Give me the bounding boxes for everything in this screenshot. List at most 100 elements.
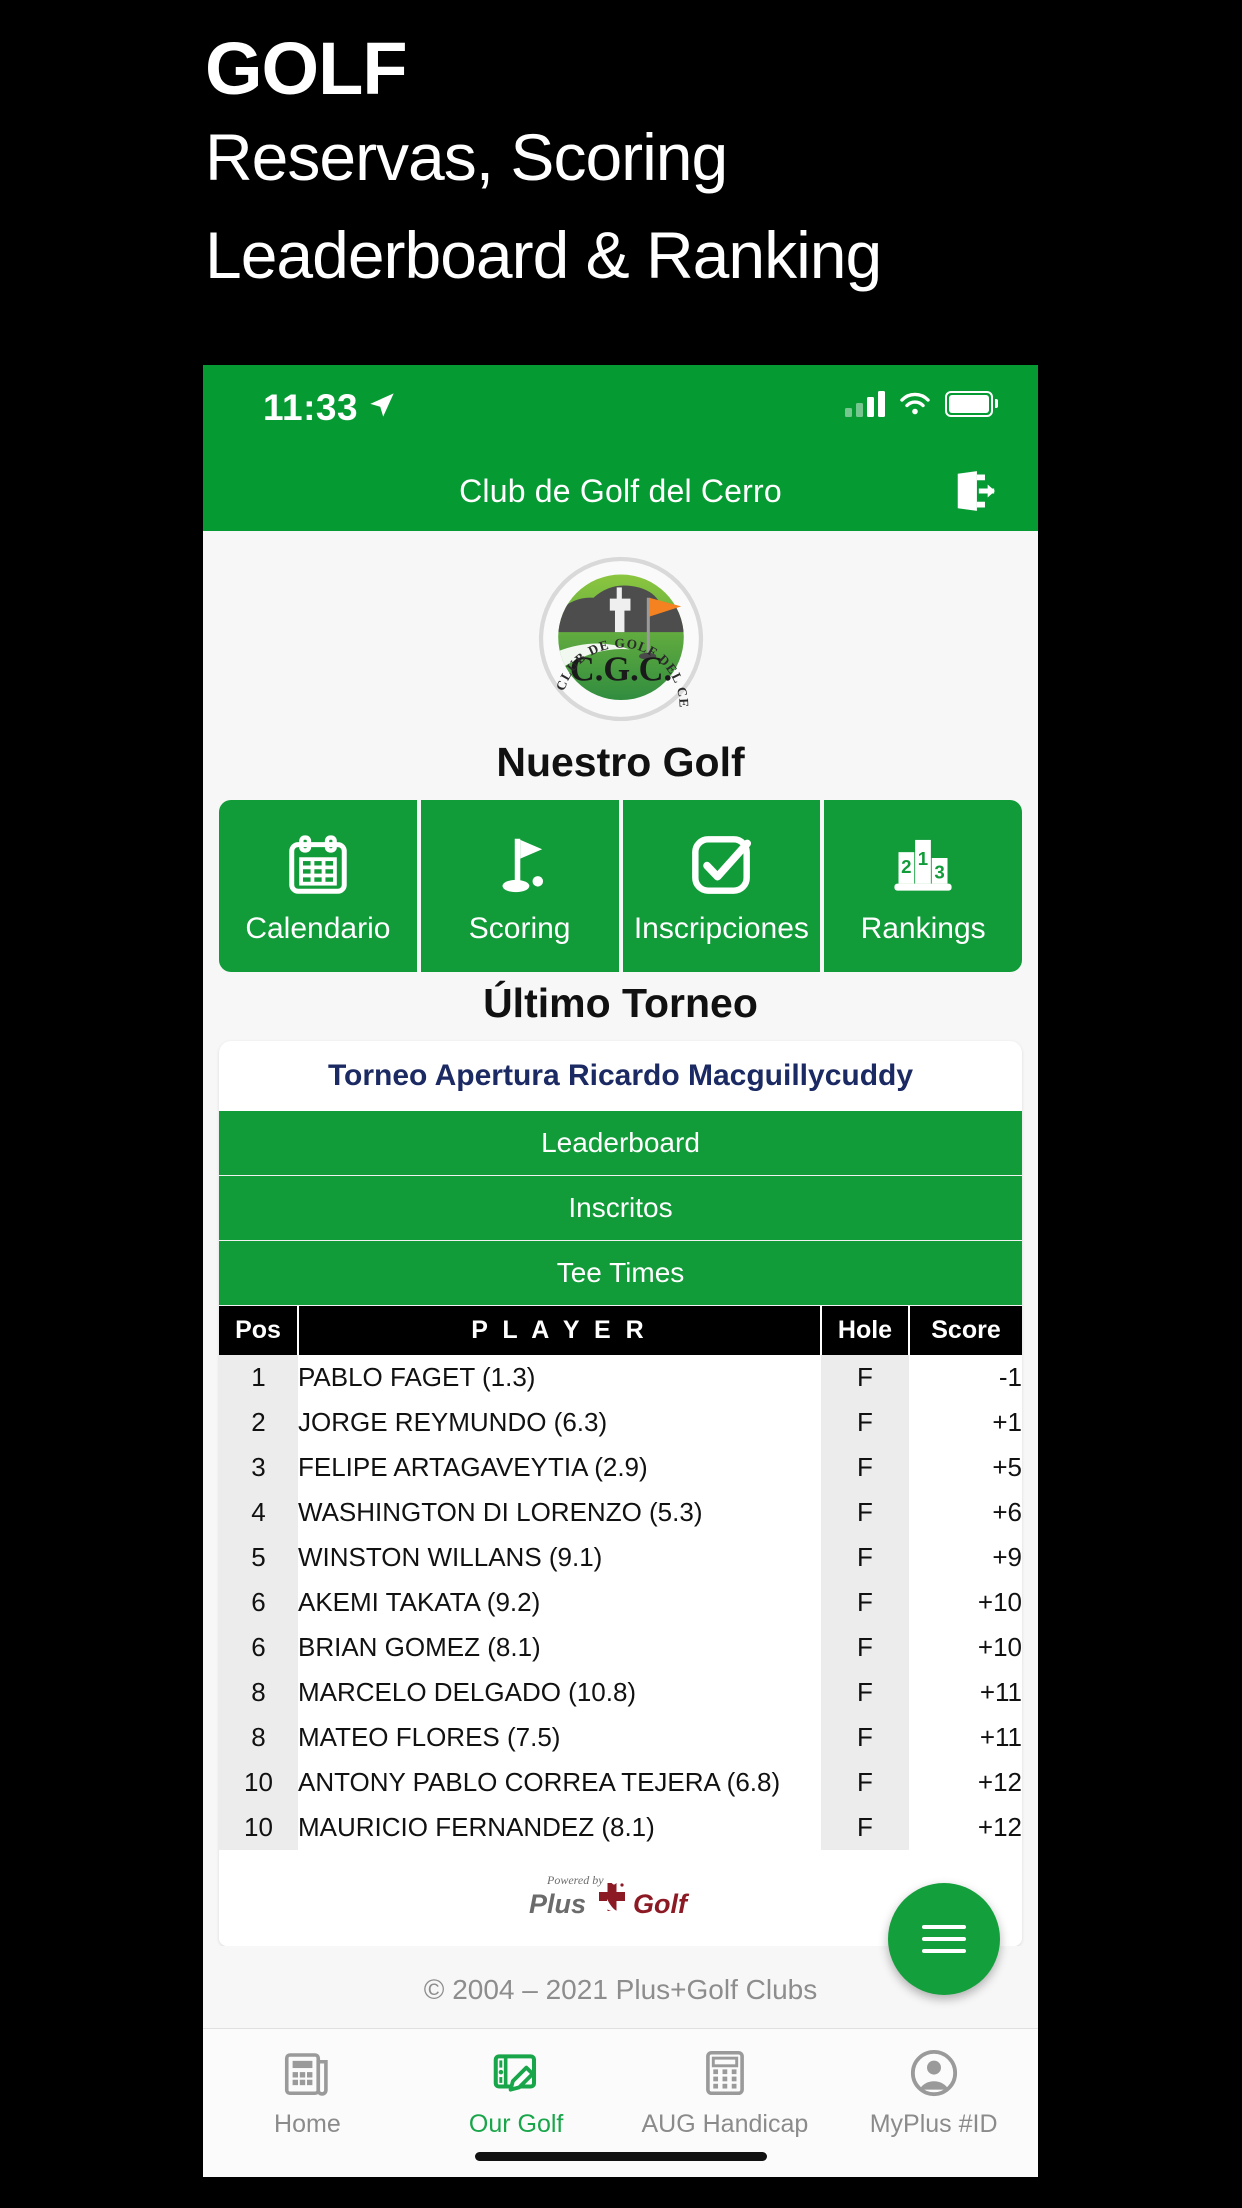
leaderboard-body: 1 PABLO FAGET (1.3) F -1 2 JORGE REYMUNDO (6.… (219, 1355, 1022, 1850)
cell-hole: F (821, 1490, 909, 1535)
promo-title: GOLF (205, 27, 408, 110)
cell-player: AKEMI TAKATA (9.2) (298, 1587, 541, 1617)
club-de-golf-del-cerro-logo: C.G.C. CLUB DE GOLF DEL CERRO (532, 553, 704, 722)
table-row[interactable]: 5 WINSTON WILLANS (9.1) F +9 (219, 1535, 1022, 1580)
cell-score: +10 (977, 1587, 1022, 1617)
tab-inscritos[interactable]: Inscritos (219, 1176, 1022, 1241)
cell-pos: 8 (219, 1715, 298, 1760)
header-score: Score (909, 1306, 1022, 1355)
calculator-icon (705, 2050, 744, 2095)
cell-score: +11 (979, 1722, 1022, 1752)
tab-tee-times[interactable]: Tee Times (219, 1241, 1022, 1306)
cell-hole: F (821, 1625, 909, 1670)
cell-score: +5 (992, 1452, 1022, 1482)
table-row[interactable]: 8 MARCELO DELGADO (10.8) F +11 (219, 1670, 1022, 1715)
cell-hole: F (821, 1445, 909, 1490)
last-tournament-heading: Último Torneo (483, 980, 758, 1026)
cell-player: BRIAN GOMEZ (8.1) (298, 1632, 541, 1662)
cell-player: FELIPE ARTAGAVEYTIA (2.9) (298, 1452, 648, 1482)
checkbox-check-icon (686, 826, 756, 904)
cell-pos: 5 (219, 1535, 298, 1580)
cell-hole: F (821, 1535, 909, 1580)
svg-text:2: 2 (901, 856, 911, 877)
golf-flag-icon (485, 826, 555, 904)
tab-label: AUG Handicap (641, 2109, 809, 2138)
cell-hole: F (821, 1670, 909, 1715)
our-golf-heading: Nuestro Golf (496, 739, 745, 785)
battery-full-icon (945, 391, 998, 417)
cell-pos: 1 (219, 1355, 298, 1400)
cell-hole: F (821, 1805, 909, 1850)
quick-action-label: Inscripciones (633, 912, 809, 945)
cell-player: MATEO FLORES (7.5) (298, 1722, 561, 1752)
table-row[interactable]: 4 WASHINGTON DI LORENZO (5.3) F +6 (219, 1490, 1022, 1535)
table-row[interactable]: 2 JORGE REYMUNDO (6.3) F +1 (219, 1400, 1022, 1445)
quick-action-calendario[interactable]: Calendario (219, 800, 417, 972)
user-avatar-icon (910, 2049, 957, 2096)
cell-pos: 6 (219, 1580, 298, 1625)
promo-headline: GOLF Reservas, Scoring Leaderboard & Ran… (205, 30, 1205, 304)
logout-icon[interactable] (952, 468, 998, 514)
news-icon (285, 2052, 329, 2096)
tab-label: Our Golf (468, 2109, 564, 2138)
plus-wordmark: Plus (529, 1889, 586, 1919)
cell-score: +12 (977, 1767, 1022, 1797)
cell-hole: F (821, 1355, 909, 1400)
home-indicator (474, 2152, 767, 2161)
tab-leaderboard[interactable]: Leaderboard (219, 1111, 1022, 1176)
cellular-signal-icon (845, 391, 885, 417)
tab-label: Home (274, 2109, 341, 2138)
tab-myplus-id[interactable]: MyPlus #ID (829, 2029, 1038, 2177)
table-row[interactable]: 6 AKEMI TAKATA (9.2) F +10 (219, 1580, 1022, 1625)
app-navbar: Club de Golf del Cerro (203, 451, 1038, 531)
promo-subtitle-line-1: Reservas, Scoring (205, 120, 728, 194)
promo-subtitle-line-2: Leaderboard & Ranking (205, 218, 882, 292)
table-row[interactable]: 8 MATEO FLORES (7.5) F +11 (219, 1715, 1022, 1760)
cell-score: +6 (992, 1497, 1022, 1527)
cell-player: PABLO FAGET (1.3) (298, 1362, 536, 1392)
table-row[interactable]: 3 FELIPE ARTAGAVEYTIA (2.9) F +5 (219, 1445, 1022, 1490)
tab-home[interactable]: Home (203, 2029, 412, 2177)
table-row[interactable]: 10 ANTONY PABLO CORREA TEJERA (6.8) F +12 (219, 1760, 1022, 1805)
club-logo-wrap: C.G.C. CLUB DE GOLF DEL CERRO (203, 531, 1038, 731)
cell-player: MAURICIO FERNANDEZ (8.1) (298, 1812, 655, 1842)
cell-hole: F (821, 1580, 909, 1625)
wifi-icon (900, 392, 930, 415)
table-row[interactable]: 6 BRIAN GOMEZ (8.1) F +10 (219, 1625, 1022, 1670)
quick-action-label: Rankings (860, 912, 986, 945)
cell-score: +9 (992, 1542, 1022, 1572)
leaderboard-table: Pos P L A Y E R Hole Score 1 PABLO FAGET … (219, 1306, 1022, 1850)
navbar-title: Club de Golf del Cerro (459, 472, 782, 509)
quick-action-label: Scoring (468, 912, 571, 945)
cell-pos: 2 (219, 1400, 298, 1445)
cell-score: -1 (998, 1362, 1022, 1392)
cell-hole: F (821, 1400, 909, 1445)
calendar-icon (283, 826, 353, 904)
golf-wordmark: Golf (633, 1889, 690, 1919)
cell-player: WASHINGTON DI LORENZO (5.3) (298, 1497, 703, 1527)
status-bar-time: 11:33 (263, 387, 359, 428)
tournament-card: Torneo Apertura Ricardo Macguillycuddy L… (219, 1041, 1022, 1946)
cell-score: +10 (977, 1632, 1022, 1662)
cell-pos: 8 (219, 1670, 298, 1715)
table-row[interactable]: 1 PABLO FAGET (1.3) F -1 (219, 1355, 1022, 1400)
cell-pos: 4 (219, 1490, 298, 1535)
cell-pos: 6 (219, 1625, 298, 1670)
cell-score: +1 (992, 1407, 1022, 1437)
cell-hole: F (821, 1760, 909, 1805)
quick-action-scoring[interactable]: Scoring (420, 800, 619, 972)
cell-player: ANTONY PABLO CORREA TEJERA (6.8) (298, 1767, 781, 1797)
status-bar-indicators (845, 391, 998, 417)
podium-icon: 1 2 3 (888, 826, 958, 904)
quick-action-inscripciones[interactable]: Inscripciones (622, 800, 821, 972)
quick-action-label: Calendario (245, 912, 391, 945)
status-bar: 11:33 (203, 365, 1038, 451)
quick-action-rankings[interactable]: 1 2 3 Rankings (824, 800, 1022, 972)
powered-by-text: Powered by (546, 1873, 604, 1887)
hamburger-menu-icon[interactable] (888, 1883, 1000, 1995)
cell-hole: F (821, 1715, 909, 1760)
table-row[interactable]: 10 MAURICIO FERNANDEZ (8.1) F +12 (219, 1805, 1022, 1850)
cell-player: MARCELO DELGADO (10.8) (298, 1677, 637, 1707)
header-hole: Hole (821, 1306, 910, 1355)
scorecard-pen-icon (493, 2053, 537, 2092)
